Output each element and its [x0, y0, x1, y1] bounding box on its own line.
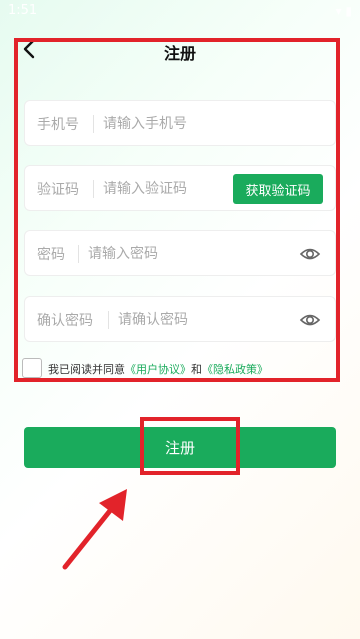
terms-link[interactable]: 《用户协议》	[125, 363, 191, 376]
field-divider	[78, 245, 79, 263]
privacy-link[interactable]: 《隐私政策》	[202, 363, 268, 376]
agreement-text: 我已阅读并同意《用户协议》和《隐私政策》	[48, 361, 268, 377]
password-label: 密码	[37, 247, 65, 263]
agreement-joiner: 和	[191, 363, 202, 376]
phone-label: 手机号	[37, 117, 79, 133]
eye-icon[interactable]	[299, 243, 321, 265]
password-input[interactable]	[88, 239, 288, 269]
confirm-password-label: 确认密码	[37, 313, 93, 329]
confirm-password-field: 确认密码	[24, 296, 336, 342]
status-bar: 1:51 ▾ ▮	[0, 0, 360, 24]
annotation-arrow	[62, 489, 127, 570]
phone-input[interactable]	[103, 109, 323, 139]
field-divider	[93, 180, 94, 198]
status-time: 1:51	[8, 3, 38, 18]
header: 注册	[0, 34, 360, 70]
verification-code-input[interactable]	[103, 174, 223, 204]
field-divider	[108, 311, 109, 329]
confirm-password-input[interactable]	[118, 305, 298, 335]
eye-icon[interactable]	[299, 309, 321, 331]
verification-code-field: 验证码 获取验证码	[24, 165, 336, 211]
agreement-prefix: 我已阅读并同意	[48, 363, 125, 376]
agreement-row: 我已阅读并同意《用户协议》和《隐私政策》	[22, 358, 322, 380]
get-code-button[interactable]: 获取验证码	[233, 174, 323, 204]
page-title: 注册	[163, 44, 196, 63]
phone-field: 手机号	[24, 100, 336, 146]
verification-code-label: 验证码	[37, 182, 79, 198]
field-divider	[93, 115, 94, 133]
register-button[interactable]: 注册	[24, 427, 336, 468]
agreement-checkbox[interactable]	[22, 358, 42, 378]
password-field: 密码	[24, 230, 336, 276]
status-icons: ▾ ▮	[335, 4, 352, 18]
